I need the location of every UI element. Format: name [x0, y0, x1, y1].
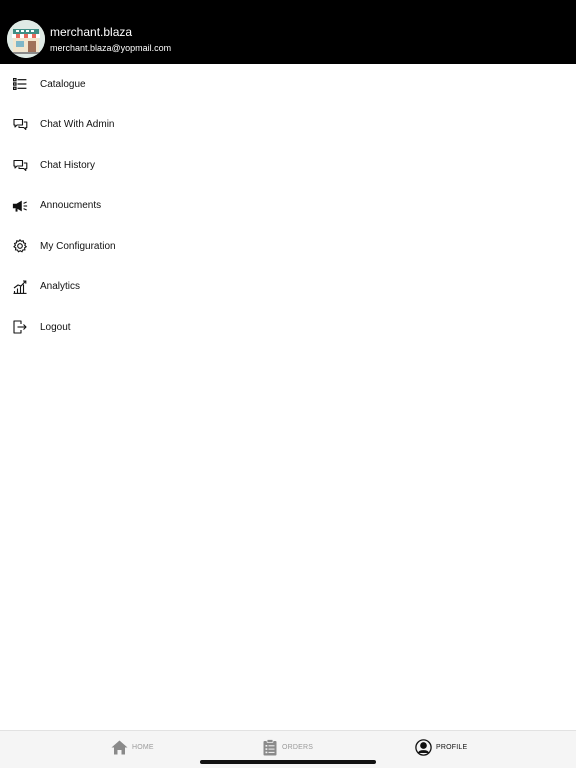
chat-history-icon — [12, 157, 28, 173]
logout-icon — [12, 319, 28, 335]
menu-item-label: Analytics — [40, 281, 81, 293]
app-screen: merchant.blaza merchant.blaza@yopmail.co… — [0, 0, 576, 768]
tab-label: PROFILE — [436, 743, 468, 751]
list-icon — [12, 76, 28, 92]
chat-bubbles-icon — [12, 117, 28, 133]
menu-item-label: Catalogue — [40, 78, 86, 90]
tab-profile[interactable]: PROFILE — [415, 738, 467, 756]
menu-item-chat-history[interactable]: Chat History — [0, 145, 576, 186]
menu-item-catalogue[interactable]: Catalogue — [0, 64, 576, 105]
tab-label: ORDERS — [282, 743, 314, 751]
menu-item-analytics[interactable]: Analytics — [0, 267, 576, 308]
tab-label: HOME — [132, 743, 154, 751]
menu-item-annoucments[interactable]: Annoucments — [0, 186, 576, 227]
side-menu: Catalogue Chat With Admin Chat History A… — [0, 64, 576, 348]
user-email: merchant.blaza@yopmail.com — [50, 43, 172, 53]
menu-item-label: Annoucments — [40, 200, 102, 212]
menu-item-label: Chat History — [40, 159, 96, 171]
menu-item-label: My Configuration — [40, 240, 116, 252]
profile-icon — [415, 738, 432, 756]
storefront-icon — [7, 20, 45, 58]
menu-item-logout[interactable]: Logout — [0, 307, 576, 348]
gear-icon — [12, 238, 28, 254]
menu-item-label: Logout — [40, 321, 71, 333]
analytics-chart-icon — [12, 279, 28, 295]
profile-header: merchant.blaza merchant.blaza@yopmail.co… — [0, 0, 576, 64]
megaphone-icon — [12, 198, 28, 214]
user-name: merchant.blaza — [50, 25, 133, 39]
tab-home[interactable]: HOME — [111, 738, 154, 756]
clipboard-icon — [261, 738, 278, 756]
tab-orders[interactable]: ORDERS — [261, 738, 313, 756]
menu-item-label: Chat With Admin — [40, 119, 115, 131]
home-indicator — [200, 760, 376, 764]
menu-item-chat-with-admin[interactable]: Chat With Admin — [0, 105, 576, 146]
avatar[interactable] — [7, 20, 45, 58]
home-icon — [111, 739, 128, 756]
menu-item-my-configuration[interactable]: My Configuration — [0, 226, 576, 267]
